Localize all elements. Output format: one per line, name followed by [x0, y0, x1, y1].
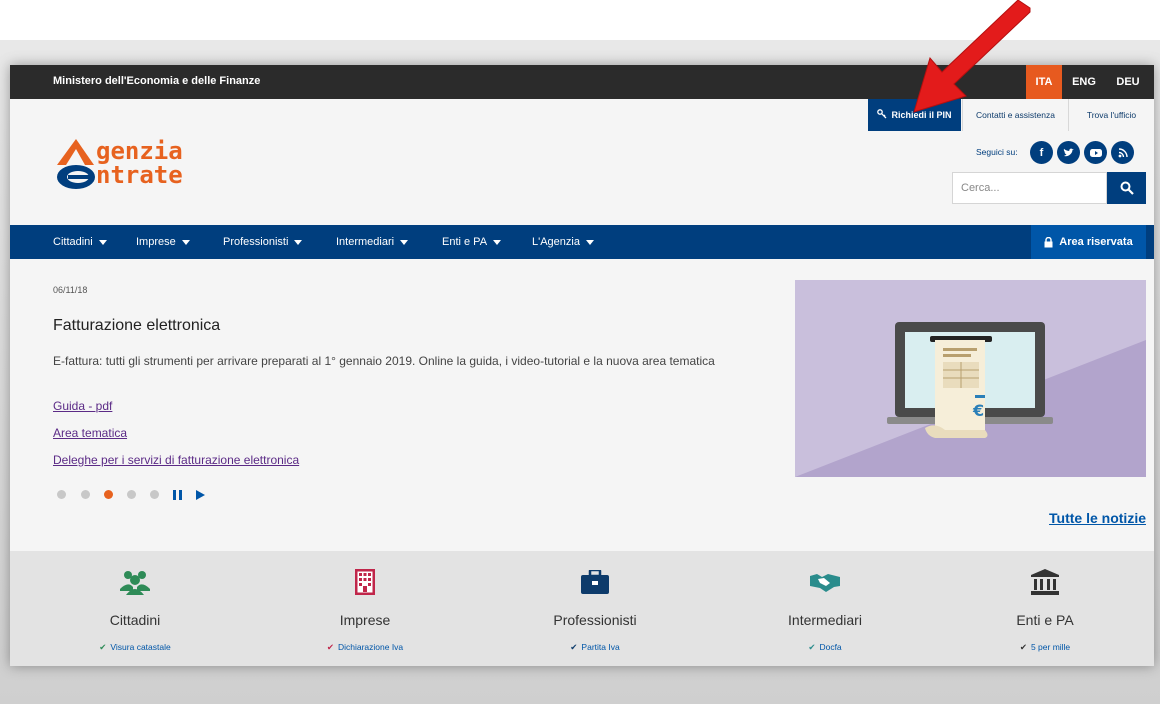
nav-enti-pa[interactable]: Enti e PA	[442, 225, 502, 259]
handshake-icon	[810, 567, 840, 597]
youtube-icon[interactable]	[1084, 141, 1107, 164]
news-image: €	[795, 280, 1146, 477]
nav-cittadini[interactable]: Cittadini	[53, 225, 107, 259]
chevron-down-icon	[181, 239, 190, 245]
news-title[interactable]: Fatturazione elettronica	[53, 317, 220, 335]
nav-intermediari[interactable]: Intermediari	[336, 225, 409, 259]
carousel-dot[interactable]	[150, 490, 159, 499]
carousel-dot[interactable]	[81, 490, 90, 499]
check-icon: ✔	[99, 642, 107, 652]
category-sublabel: 5 per mille	[1030, 642, 1071, 652]
check-icon: ✔	[570, 642, 578, 652]
briefcase-icon	[580, 567, 610, 597]
bank-icon	[1030, 567, 1060, 597]
category-cittadini[interactable]: Cittadini ✔ Visura catastale	[35, 551, 235, 666]
category-label: Intermediari	[788, 612, 862, 628]
carousel-dot[interactable]	[57, 490, 66, 499]
nav-label: Enti e PA	[442, 236, 488, 248]
euro-symbol: €	[972, 401, 984, 420]
building-icon	[350, 567, 380, 597]
all-news-link[interactable]: Tutte le notizie	[1049, 510, 1146, 526]
ministry-link[interactable]: Ministero dell'Economia e delle Finanze	[53, 75, 260, 87]
news-link-guida[interactable]: Guida - pdf	[53, 399, 112, 413]
category-sublink[interactable]: ✔ 5 per mille	[945, 642, 1145, 653]
category-label: Professionisti	[553, 612, 637, 628]
news-link-deleghe[interactable]: Deleghe per i servizi di fatturazione el…	[53, 453, 299, 467]
play-icon[interactable]	[196, 490, 205, 500]
carousel-dot-active[interactable]	[104, 490, 113, 499]
chevron-down-icon	[400, 239, 409, 245]
category-professionisti[interactable]: Professionisti ✔ Partita Iva	[495, 551, 695, 666]
browser-page: Ministero dell'Economia e delle Finanze …	[10, 65, 1154, 666]
check-icon: ✔	[808, 642, 816, 652]
nav-label: Cittadini	[53, 236, 93, 248]
nav-agenzia[interactable]: L'Agenzia	[532, 225, 594, 259]
nav-imprese[interactable]: Imprese	[136, 225, 190, 259]
lock-icon	[1044, 236, 1053, 247]
chevron-down-icon	[585, 239, 594, 245]
main-nav: Cittadini Imprese Professionisti Interme…	[10, 225, 1154, 259]
search-input[interactable]: Cerca...	[952, 172, 1107, 204]
category-label: Cittadini	[109, 612, 161, 628]
category-sublink[interactable]: ✔ Partita Iva	[495, 642, 695, 653]
area-riservata-label: Area riservata	[1059, 236, 1133, 248]
agenzia-entrate-logo[interactable]: genzia ntrate	[54, 133, 234, 193]
category-label: Imprese	[339, 612, 391, 628]
category-intermediari[interactable]: Intermediari ✔ Docfa	[725, 551, 925, 666]
check-icon: ✔	[326, 642, 334, 652]
pause-icon[interactable]	[173, 490, 183, 500]
area-riservata-button[interactable]: Area riservata	[1031, 225, 1146, 259]
lang-deu[interactable]: DEU	[1110, 65, 1146, 99]
nav-label: Imprese	[136, 236, 176, 248]
category-imprese[interactable]: Imprese ✔ Dichiarazione Iva	[265, 551, 465, 666]
users-icon	[120, 567, 150, 597]
carousel-dot[interactable]	[127, 490, 136, 499]
chevron-down-icon	[98, 239, 107, 245]
category-sublink[interactable]: ✔ Visura catastale	[35, 642, 235, 653]
find-office-link[interactable]: Trova l'ufficio	[1068, 99, 1154, 131]
news-abstract: E-fattura: tutti gli strumenti per arriv…	[53, 354, 715, 368]
news-carousel: 06/11/18 Fatturazione elettronica E-fatt…	[10, 259, 1154, 551]
category-sublink[interactable]: ✔ Docfa	[725, 642, 925, 653]
nav-professionisti[interactable]: Professionisti	[223, 225, 303, 259]
nav-label: Professionisti	[223, 236, 289, 248]
category-sublabel: Docfa	[819, 642, 842, 652]
red-arrow-annotation	[913, 0, 1031, 113]
logo-text-entrate: ntrate	[96, 161, 183, 189]
news-link-area-tematica[interactable]: Area tematica	[53, 426, 127, 440]
category-sublabel: Visura catastale	[110, 642, 171, 652]
category-sublabel: Partita Iva	[581, 642, 620, 652]
chevron-down-icon	[294, 239, 303, 245]
categories-section: Cittadini ✔ Visura catastale Imprese ✔ Dic…	[10, 551, 1154, 666]
category-label: Enti e PA	[1016, 612, 1074, 628]
chevron-down-icon	[493, 239, 502, 245]
category-sublabel: Dichiarazione Iva	[337, 642, 404, 652]
twitter-icon[interactable]	[1057, 141, 1080, 164]
news-date: 06/11/18	[53, 285, 88, 295]
lang-eng[interactable]: ENG	[1066, 65, 1102, 99]
nav-label: L'Agenzia	[532, 236, 580, 248]
check-icon: ✔	[1019, 642, 1027, 652]
rss-icon[interactable]	[1111, 141, 1134, 164]
search-button[interactable]	[1107, 172, 1146, 204]
search-icon	[1120, 181, 1134, 195]
category-sublink[interactable]: ✔ Dichiarazione Iva	[265, 642, 465, 653]
facebook-icon[interactable]: f	[1030, 141, 1053, 164]
category-enti-pa[interactable]: Enti e PA ✔ 5 per mille	[945, 551, 1145, 666]
nav-label: Intermediari	[336, 236, 395, 248]
social-label: Seguici su:	[976, 147, 1018, 157]
